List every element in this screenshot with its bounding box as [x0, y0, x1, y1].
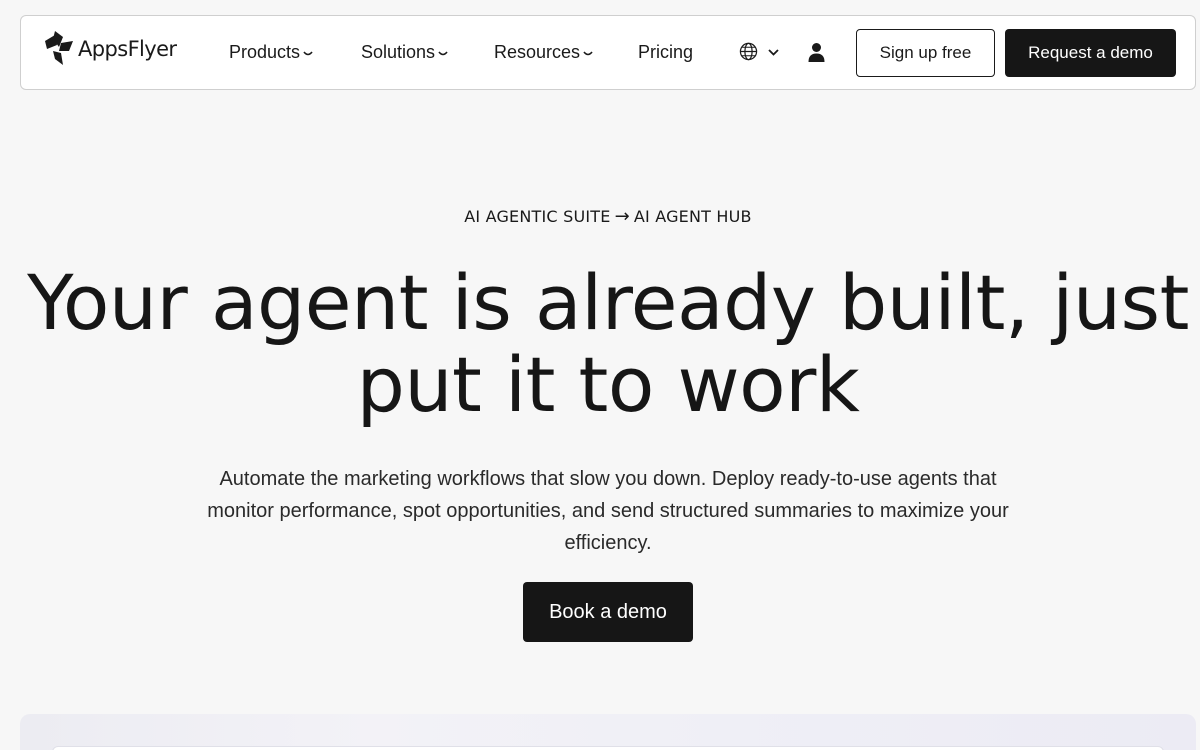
globe-icon [739, 42, 758, 61]
request-demo-button[interactable]: Request a demo [1005, 29, 1176, 77]
nav-item-label: Pricing [638, 42, 694, 62]
product-preview-window [52, 746, 1164, 750]
chevron-down-icon [438, 51, 448, 56]
chevron-down-icon [768, 49, 779, 56]
nav-item-pricing[interactable]: Pricing [638, 42, 693, 63]
page-title: Your agent is already built, just put it… [0, 262, 1200, 426]
page-title-line-2: put it to work [356, 340, 860, 429]
nav-item-label: Resources [494, 42, 581, 62]
nav-item-label: Solutions [361, 42, 436, 62]
nav-item-resources[interactable]: Resources [494, 42, 593, 63]
breadcrumb-current: AI AGENT HUB [633, 207, 752, 226]
nav-item-label: Products [229, 42, 301, 62]
nav-item-solutions[interactable]: Solutions [361, 42, 448, 63]
sign-up-button[interactable]: Sign up free [856, 29, 995, 77]
chevron-down-icon [583, 51, 593, 56]
language-selector[interactable] [739, 42, 779, 61]
breadcrumb: AI AGENTIC SUITE → AI AGENT HUB [0, 206, 1200, 227]
appsflyer-logo-icon [45, 31, 73, 65]
nav-item-products[interactable]: Products [229, 42, 313, 63]
page-title-line-1: Your agent is already built, just [27, 258, 1189, 347]
hero-subtitle: Automate the marketing workflows that sl… [207, 468, 1009, 554]
appsflyer-logo[interactable]: AppsFlyer [41, 27, 177, 71]
arrow-right-icon: → [614, 206, 630, 227]
breadcrumb-parent[interactable]: AI AGENTIC SUITE [464, 207, 610, 226]
top-navbar: AppsFlyer Products Solutions Resources P… [20, 15, 1196, 90]
book-demo-button[interactable]: Book a demo [523, 582, 693, 642]
user-icon [808, 43, 825, 62]
account-button[interactable] [808, 42, 825, 68]
brand-name: AppsFlyer [78, 37, 177, 61]
product-preview-panel [20, 714, 1196, 750]
chevron-down-icon [303, 51, 313, 56]
